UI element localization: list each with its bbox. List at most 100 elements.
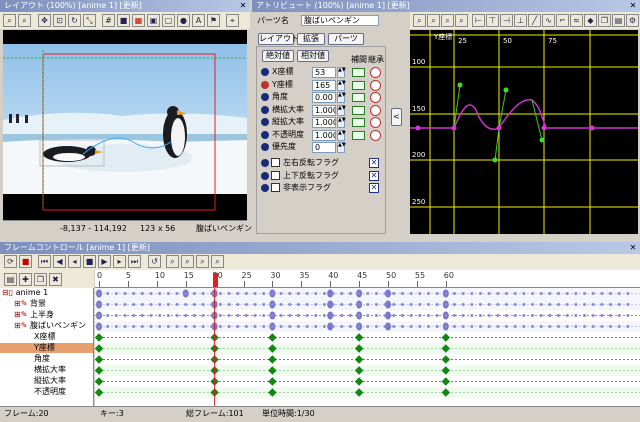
key-frame-dot[interactable] (366, 303, 370, 306)
keyframe-diamond[interactable] (268, 333, 277, 342)
key-frame-dot[interactable] (470, 303, 474, 306)
key-frame-dot[interactable] (106, 325, 110, 328)
key-frame-dot[interactable] (192, 314, 196, 317)
new-part-icon[interactable]: ✚ (19, 273, 32, 286)
attr-value-1[interactable]: 165 (312, 79, 336, 91)
inherit-icon[interactable] (370, 129, 381, 141)
key-frame-dot[interactable] (617, 292, 621, 295)
key-frame-dot[interactable] (253, 292, 257, 295)
key-frame-dot[interactable] (166, 292, 170, 295)
key-frame-dot[interactable] (262, 292, 266, 295)
flag-checkbox[interactable] (271, 183, 280, 192)
key-frame-dot[interactable] (444, 325, 448, 328)
key-frame-dot[interactable] (539, 325, 543, 328)
step-icon[interactable]: ⌐ (556, 14, 569, 27)
key-frame-dot[interactable] (539, 314, 543, 317)
key-frame-dot[interactable] (617, 303, 621, 306)
key-frame-dot[interactable] (270, 325, 274, 328)
key-frame-dot[interactable] (409, 292, 413, 295)
key-frame-dot[interactable] (140, 314, 144, 317)
key-frame-dot[interactable] (201, 325, 205, 328)
key-frame-dot[interactable] (270, 303, 274, 306)
interp-line-icon[interactable] (352, 118, 365, 127)
curve-icon[interactable]: ∿ (542, 14, 555, 27)
key-frame-dot[interactable] (426, 314, 430, 317)
key-frame-dot[interactable] (583, 303, 587, 306)
key-frame-dot[interactable] (123, 325, 127, 328)
key-frame-dot[interactable] (192, 292, 196, 295)
key-frame-dot[interactable] (288, 303, 292, 306)
attr-value-6[interactable]: 0 (312, 142, 336, 153)
key-frame-dot[interactable] (97, 292, 101, 295)
key-frame-dot[interactable] (166, 314, 170, 317)
key-frame-dot[interactable] (435, 325, 439, 328)
spin-arrows-icon[interactable]: ▲▼ (337, 104, 346, 116)
key-frame-dot[interactable] (452, 303, 456, 306)
key-frame-dot[interactable] (149, 314, 153, 317)
key-frame-dot[interactable] (158, 303, 162, 306)
key-frame-dot[interactable] (305, 325, 309, 328)
key-frame-dot[interactable] (513, 325, 517, 328)
attr-value-0[interactable]: 53 (312, 67, 336, 78)
key-frame-dot[interactable] (374, 325, 378, 328)
key-icon[interactable]: ◆ (584, 14, 597, 27)
key-frame-dot[interactable] (97, 314, 101, 317)
key-frame-dot[interactable] (314, 303, 318, 306)
key-frame-dot[interactable] (114, 314, 118, 317)
key-frame-dot[interactable] (296, 292, 300, 295)
zoom-in-icon[interactable]: ⌕ (413, 14, 426, 27)
key-frame-dot[interactable] (591, 314, 595, 317)
key-frame-dot[interactable] (331, 325, 335, 328)
key-frame-dot[interactable] (400, 292, 404, 295)
key-frame-dot[interactable] (565, 292, 569, 295)
align-bottom-icon[interactable]: ⊥ (514, 14, 527, 27)
key-frame-dot[interactable] (279, 314, 283, 317)
zoom-out-icon[interactable]: ⌕ (427, 14, 440, 27)
key-frame-dot[interactable] (504, 303, 508, 306)
key-frame-dot[interactable] (184, 303, 188, 306)
key-frame-dot[interactable] (201, 292, 205, 295)
key-frame-dot[interactable] (227, 314, 231, 317)
keyframe-diamond[interactable] (441, 355, 451, 364)
smooth-icon[interactable]: ≈ (570, 14, 583, 27)
spin-arrows-icon[interactable]: ▲▼ (337, 117, 346, 128)
key-dot-icon[interactable] (261, 118, 269, 126)
key-frame-dot[interactable] (374, 292, 378, 295)
grid-icon[interactable]: # (102, 14, 115, 27)
key-frame-dot[interactable] (279, 325, 283, 328)
key-frame-dot[interactable] (97, 325, 101, 328)
key-frame-dot[interactable] (409, 325, 413, 328)
absolute-button[interactable]: 絶対値 (262, 50, 294, 62)
key-frame-dot[interactable] (236, 303, 240, 306)
tab-extend[interactable]: 拡張 (297, 33, 325, 45)
key-frame-dot[interactable] (244, 292, 248, 295)
linear-icon[interactable]: ╱ (528, 14, 541, 27)
key-frame-dot[interactable] (149, 303, 153, 306)
key-frame-dot[interactable] (322, 325, 326, 328)
zoom-reset-icon[interactable]: ⌕ (455, 14, 468, 27)
key-dot-icon[interactable] (261, 68, 269, 76)
key-frame-dot[interactable] (452, 292, 456, 295)
key-frame-dot[interactable] (470, 314, 474, 317)
last-frame-icon[interactable]: ⏭ (128, 255, 141, 268)
graph-canvas[interactable]: 25 50 75 100 150 200 250 Y座標 (410, 30, 638, 234)
key-frame-dot[interactable] (418, 292, 422, 295)
prev-key-icon[interactable]: ◀ (53, 255, 66, 268)
next-frame-icon[interactable]: ▸ (113, 255, 126, 268)
key-frame-dot[interactable] (522, 303, 526, 306)
key-frame-dot[interactable] (452, 314, 456, 317)
key-frame-dot[interactable] (496, 314, 500, 317)
key-frame-dot[interactable] (227, 325, 231, 328)
key-frame-dot[interactable] (123, 292, 127, 295)
key-frame-dot[interactable] (435, 292, 439, 295)
key-frame-dot[interactable] (531, 314, 534, 317)
key-frame-dot[interactable] (531, 303, 534, 306)
align-left-icon[interactable]: ⊢ (472, 14, 485, 27)
key-frame-dot[interactable] (400, 303, 404, 306)
inherit-icon[interactable] (370, 92, 381, 103)
key-frame-dot[interactable] (600, 325, 604, 328)
key-frame-dot[interactable] (478, 303, 482, 306)
key-frame-dot[interactable] (348, 314, 352, 317)
key-frame-dot[interactable] (392, 303, 396, 306)
key-frame-dot[interactable] (487, 303, 491, 306)
